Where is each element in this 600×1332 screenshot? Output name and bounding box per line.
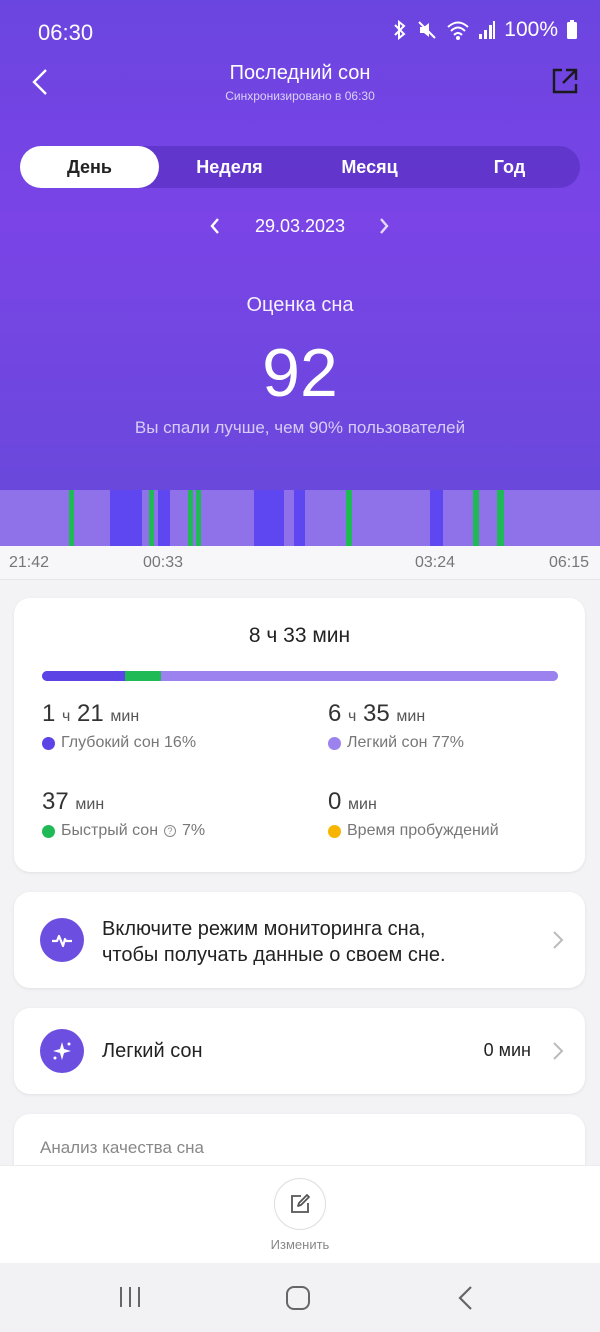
sleep-score-label: Оценка сна bbox=[246, 294, 354, 316]
rem-sleep-stat: 37 мин Быстрый сон? 7% bbox=[42, 788, 205, 840]
stage-rem bbox=[346, 490, 352, 546]
awake-label: Время пробуждений bbox=[347, 822, 499, 839]
light-sleep-card[interactable]: Легкий сон 0 мин bbox=[14, 1008, 585, 1094]
sleep-score-value: 92 bbox=[262, 335, 338, 411]
stage-rem bbox=[497, 490, 504, 546]
stage-deep bbox=[254, 490, 284, 546]
awake-minutes: 0 bbox=[328, 788, 342, 815]
deep-dot bbox=[42, 736, 55, 750]
tick-label: 21:42 bbox=[9, 554, 50, 571]
rem-minutes-unit: мин bbox=[75, 796, 105, 813]
deep-minutes-unit: мин bbox=[110, 708, 140, 725]
light-minutes: 35 bbox=[363, 700, 390, 727]
stage-deep bbox=[294, 490, 305, 546]
period-tabs: День Неделя Месяц Год bbox=[20, 146, 580, 188]
deep-label: Глубокий сон 16% bbox=[61, 734, 197, 751]
deep-hours: 1 bbox=[42, 700, 56, 727]
rem-label: Быстрый сон bbox=[61, 822, 159, 839]
monitoring-message: Включите режим мониторинга сна, чтобы по… bbox=[102, 916, 446, 968]
chevron-right-icon bbox=[553, 1042, 564, 1060]
stage-deep bbox=[110, 490, 142, 546]
chevron-right-icon bbox=[553, 931, 564, 949]
edit-icon bbox=[291, 1194, 310, 1213]
deep-sleep-stat: 1 ч 21 мин Глубокий сон 16% bbox=[42, 700, 196, 752]
rem-percent: 7% bbox=[182, 822, 206, 839]
stage-rem bbox=[188, 490, 193, 546]
header: 06:30 100% Последний сон Синхронизирован… bbox=[0, 0, 600, 490]
enable-monitoring-card[interactable]: Включите режим мониторинга сна, чтобы по… bbox=[14, 892, 585, 988]
recent-apps-icon[interactable] bbox=[118, 1285, 142, 1309]
selected-date: 29.03.2023 bbox=[254, 216, 346, 236]
awake-dot bbox=[328, 824, 341, 838]
stage-rem bbox=[149, 490, 154, 546]
stage-rem bbox=[473, 490, 479, 546]
tick-label: 03:24 bbox=[415, 554, 456, 571]
deep-hours-unit: ч bbox=[62, 708, 71, 725]
tick-label: 00:33 bbox=[143, 554, 184, 571]
deep-minutes: 21 bbox=[77, 700, 104, 727]
stage-rem bbox=[69, 490, 74, 546]
help-icon[interactable]: ? bbox=[164, 825, 177, 837]
share-icon[interactable] bbox=[550, 66, 580, 96]
tab-year[interactable]: Год bbox=[440, 146, 579, 188]
page-title: Последний сон bbox=[229, 62, 371, 84]
awake-stat: 0 мин Время пробуждений bbox=[328, 788, 499, 840]
stage-rem bbox=[196, 490, 201, 546]
awake-minutes-unit: мин bbox=[348, 796, 377, 813]
sparkle-icon bbox=[40, 1029, 84, 1073]
light-sleep-stat: 6 ч 35 мин Легкий сон 77% bbox=[328, 700, 464, 752]
timeline-axis: 21:42 00:33 03:24 06:15 bbox=[0, 546, 600, 580]
light-minutes-unit: мин bbox=[396, 708, 426, 725]
edit-label: Изменить bbox=[270, 1237, 330, 1252]
stage-deep bbox=[430, 490, 443, 546]
status-time: 06:30 bbox=[38, 20, 94, 45]
monitoring-line-1: Включите режим мониторинга сна, bbox=[102, 918, 426, 940]
bottom-action-bar: Изменить bbox=[0, 1165, 600, 1263]
light-sleep-value: 0 мин bbox=[483, 1040, 531, 1060]
light-hours-unit: ч bbox=[348, 708, 357, 725]
sleep-stages-timeline[interactable] bbox=[0, 490, 600, 546]
sync-status: Синхронизировано в 06:30 bbox=[225, 89, 375, 103]
stages-proportion-bar bbox=[42, 671, 558, 681]
date-selector: 29.03.2023 bbox=[0, 208, 600, 244]
monitoring-line-2: чтобы получать данные о своем сне. bbox=[102, 944, 446, 966]
stage-deep bbox=[158, 490, 170, 546]
bar-rem bbox=[124, 671, 161, 681]
battery-icon bbox=[567, 20, 577, 39]
system-navigation-bar bbox=[0, 1263, 600, 1332]
status-icons: 100% bbox=[392, 18, 578, 42]
edit-button[interactable] bbox=[274, 1178, 326, 1230]
total-sleep-duration: 8 ч 33 мин bbox=[248, 624, 351, 647]
rem-dot bbox=[42, 824, 55, 838]
bluetooth-icon bbox=[394, 19, 406, 41]
mute-icon bbox=[418, 21, 436, 39]
battery-percent: 100% bbox=[504, 18, 558, 41]
wifi-icon bbox=[447, 21, 469, 40]
tab-week[interactable]: Неделя bbox=[160, 146, 299, 188]
signal-icon bbox=[479, 21, 496, 39]
system-back-icon[interactable] bbox=[456, 1285, 476, 1311]
chevron-right-icon[interactable] bbox=[374, 214, 394, 238]
tab-month[interactable]: Месяц bbox=[300, 146, 439, 188]
tick-label: 06:15 bbox=[549, 554, 590, 571]
bar-deep bbox=[42, 671, 125, 681]
tab-day[interactable]: День bbox=[20, 146, 159, 188]
light-hours: 6 bbox=[328, 700, 342, 727]
bar-light bbox=[160, 671, 558, 681]
light-label: Легкий сон 77% bbox=[347, 734, 464, 751]
analysis-title: Анализ качества сна bbox=[40, 1138, 204, 1157]
home-icon[interactable] bbox=[285, 1285, 311, 1311]
pulse-icon bbox=[40, 918, 84, 962]
sleep-score-comparison: Вы спали лучше, чем 90% пользователей bbox=[134, 418, 466, 437]
sleep-summary-card: 8 ч 33 мин 1 ч 21 мин Глубокий сон 16% 6… bbox=[14, 598, 585, 872]
rem-minutes: 37 bbox=[42, 788, 69, 815]
status-bar: 06:30 100% bbox=[0, 0, 600, 66]
light-sleep-label: Легкий сон bbox=[102, 1040, 203, 1062]
light-dot bbox=[328, 736, 341, 750]
